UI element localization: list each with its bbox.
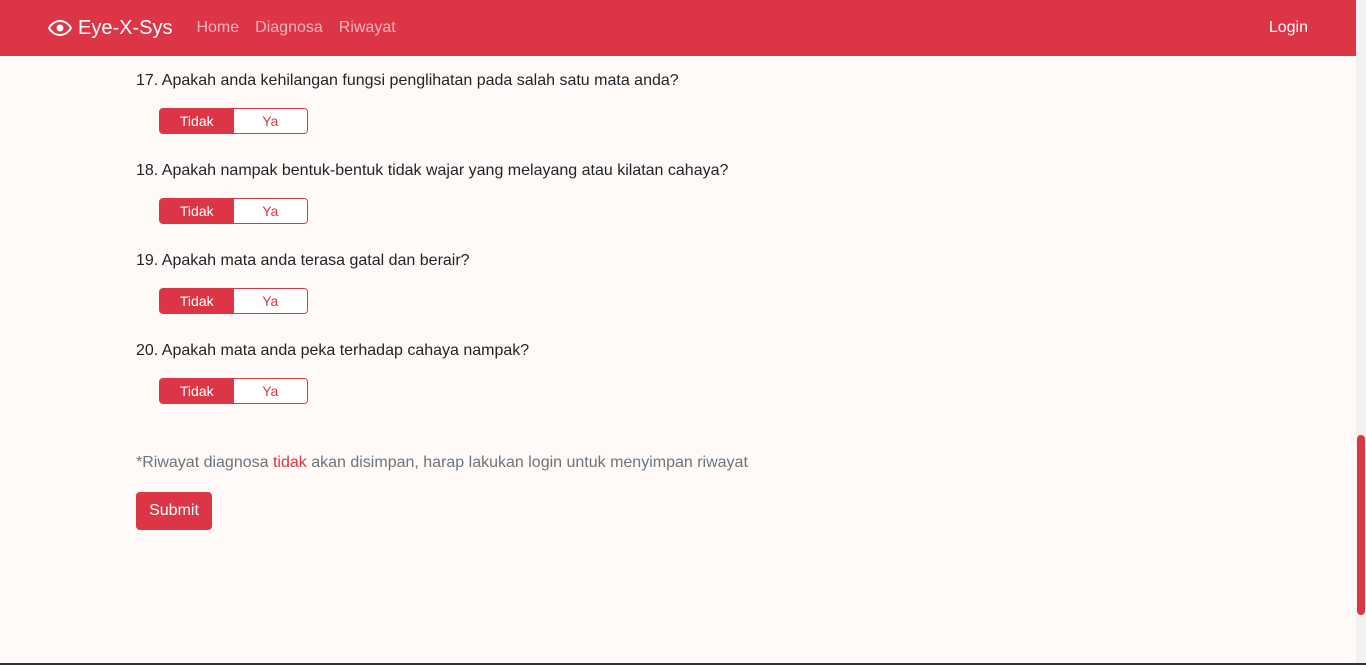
notice-text-end: akan disimpan, harap lakukan login untuk… [306,454,748,471]
notice-highlight: tidak [272,454,307,471]
answer-group-18: Tidak Ya [159,198,308,224]
nav-riwayat[interactable]: Riwayat [339,19,396,37]
login-link[interactable]: Login [1269,19,1308,37]
answer-group-19: Tidak Ya [159,288,308,314]
eye-icon [48,20,72,36]
nav-diagnosa[interactable]: Diagnosa [255,19,323,37]
navbar: Eye-X-Sys Home Diagnosa Riwayat Login [0,0,1356,56]
submit-button[interactable]: Submit [136,492,212,530]
scrollbar[interactable] [1356,0,1366,665]
answer-18-tidak[interactable]: Tidak [160,199,234,223]
nav-home[interactable]: Home [196,19,239,37]
scrollbar-thumb[interactable] [1357,435,1365,615]
notice-text-start: *Riwayat diagnosa [136,454,273,471]
answer-19-ya[interactable]: Ya [233,289,307,313]
question-20: 20. Apakah mata anda peka terhadap cahay… [136,342,530,359]
nav-links: Home Diagnosa Riwayat [188,19,403,37]
answer-group-20: Tidak Ya [159,378,308,404]
answer-18-ya[interactable]: Ya [233,199,307,223]
answer-20-ya[interactable]: Ya [233,379,307,403]
question-18: 18. Apakah nampak bentuk-bentuk tidak wa… [136,162,729,179]
question-19: 19. Apakah mata anda terasa gatal dan be… [136,252,470,269]
brand-link[interactable]: Eye-X-Sys [48,17,172,40]
answer-17-tidak[interactable]: Tidak [160,109,234,133]
brand-label: Eye-X-Sys [78,16,173,39]
answer-20-tidak[interactable]: Tidak [160,379,234,403]
answer-group-17: Tidak Ya [159,108,308,134]
login-notice: *Riwayat diagnosa tidak akan disimpan, h… [136,454,748,472]
answer-19-tidak[interactable]: Tidak [160,289,234,313]
question-17: 17. Apakah anda kehilangan fungsi pengli… [136,72,679,89]
answer-17-ya[interactable]: Ya [233,109,307,133]
